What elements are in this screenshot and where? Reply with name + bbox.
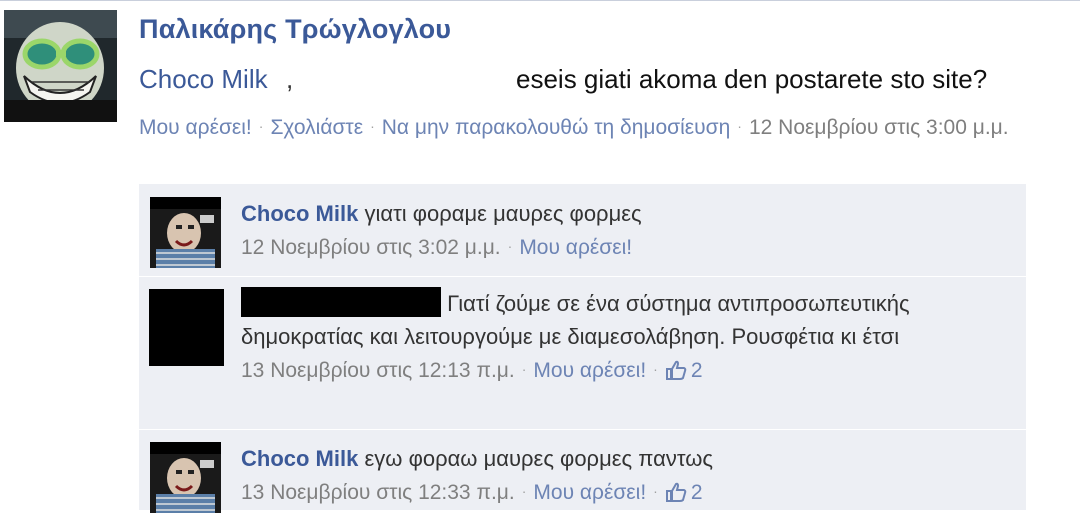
comment-timestamp[interactable]: 12 Νοεμβρίου στις 3:02 μ.μ.: [241, 236, 501, 259]
like-count-value: 2: [690, 359, 703, 382]
comment-item: Choco Milk γιατι φοραμε μαυρες φορμες 12…: [139, 184, 1026, 276]
commenter-name[interactable]: Choco Milk: [241, 201, 358, 226]
comment-link[interactable]: Σχολιάστε: [270, 116, 363, 139]
comment-timestamp[interactable]: 13 Νοεμβρίου στις 12:33 π.μ.: [241, 481, 515, 504]
like-count[interactable]: 2: [665, 359, 703, 382]
commenter-name[interactable]: Choco Milk: [241, 446, 358, 471]
comment-body: Choco Milk γιατι φοραμε μαυρες φορμες 12…: [241, 197, 1011, 264]
middle-dot-separator: ·: [737, 118, 742, 134]
like-post-link[interactable]: Μου αρέσει!: [139, 116, 252, 139]
top-divider: [0, 0, 1080, 1]
commenter-avatar[interactable]: [150, 442, 221, 513]
comment-body: Γιατί ζούμε σε ένα σύστημα αντιπροσωπευτ…: [241, 287, 1011, 391]
post-message: Choco Milk , eseis giati akoma den posta…: [139, 64, 1074, 98]
thumbs-up-icon: [665, 358, 687, 391]
post-author-name[interactable]: Παλικάρης Τρώγλογλου: [139, 14, 451, 45]
commenter-avatar-redacted: [149, 289, 224, 366]
mention-link[interactable]: Choco Milk: [139, 64, 268, 95]
commenter-avatar[interactable]: [150, 197, 221, 268]
middle-dot-separator: ·: [521, 483, 527, 499]
middle-dot-separator: ·: [653, 483, 658, 499]
middle-dot-separator: ·: [521, 361, 527, 377]
comments-list: Choco Milk γιατι φοραμε μαυρες φορμες 12…: [139, 184, 1026, 513]
comment-text: γιατι φοραμε μαυρες φορμες: [364, 201, 642, 226]
comment-meta: 13 Νοεμβρίου στις 12:33 π.μ. · Μου αρέσει!…: [241, 475, 1011, 513]
comment-body: Choco Milk εγω φοραω μαυρες φορμες παντω…: [241, 442, 1011, 513]
redacted-commenter-name: [241, 287, 441, 317]
comment-like-link[interactable]: Μου αρέσει!: [533, 359, 646, 382]
post-actions: Μου αρέσει! · Σχολιάστε · Να μην παρακολουθώ…: [139, 110, 1079, 144]
like-count[interactable]: 2: [665, 481, 703, 504]
post-message-text: eseis giati akoma den postarete sto site…: [516, 64, 988, 94]
middle-dot-separator: ·: [507, 238, 513, 254]
middle-dot-separator: ·: [258, 118, 264, 134]
comment-item: Γιατί ζούμε σε ένα σύστημα αντιπροσωπευτ…: [139, 276, 1026, 429]
middle-dot-separator: ·: [370, 118, 375, 134]
mention-comma: ,: [286, 64, 294, 94]
thumbs-up-icon: [665, 480, 687, 513]
post-author-avatar[interactable]: [4, 10, 117, 122]
comment-meta: 13 Νοεμβρίου στις 12:13 π.μ. · Μου αρέσει!…: [241, 353, 1011, 391]
middle-dot-separator: ·: [653, 361, 658, 377]
comment-timestamp[interactable]: 13 Νοεμβρίου στις 12:13 π.μ.: [241, 359, 515, 382]
like-count-value: 2: [690, 481, 703, 504]
comment-meta: 12 Νοεμβρίου στις 3:02 μ.μ. · Μου αρέσει!: [241, 230, 1011, 264]
comment-like-link[interactable]: Μου αρέσει!: [519, 236, 632, 259]
comment-text: εγω φοραω μαυρες φορμες παντως: [364, 446, 714, 471]
comment-item: Choco Milk εγω φοραω μαυρες φορμες παντω…: [139, 429, 1026, 513]
comment-like-link[interactable]: Μου αρέσει!: [533, 481, 646, 504]
post-timestamp[interactable]: 12 Νοεμβρίου στις 3:00 μ.μ.: [749, 116, 1009, 139]
unfollow-post-link[interactable]: Να μην παρακολουθώ τη δημοσίευση: [382, 116, 731, 139]
